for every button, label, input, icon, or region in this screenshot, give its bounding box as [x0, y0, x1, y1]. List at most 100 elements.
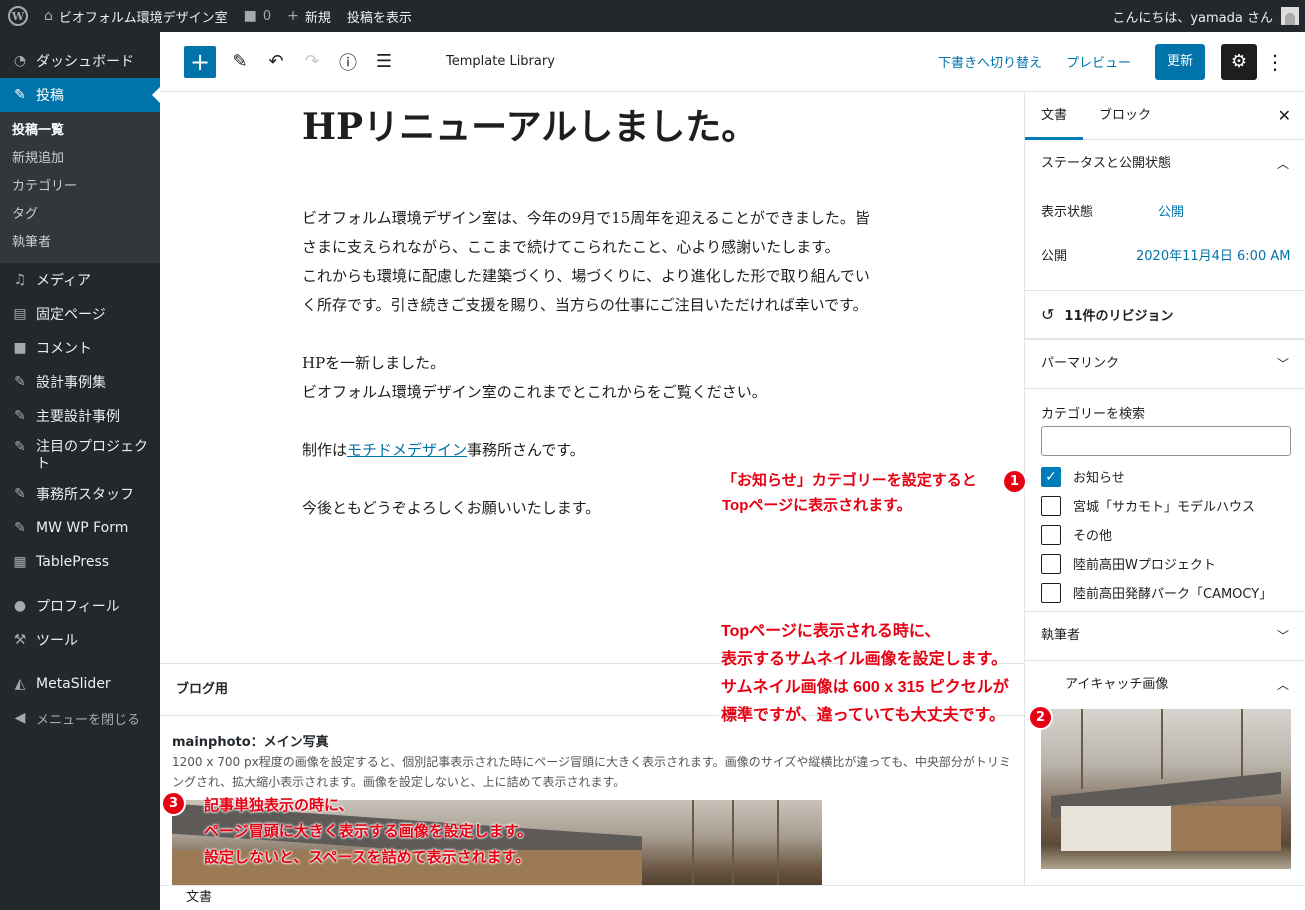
checkbox[interactable]	[1041, 553, 1061, 574]
pin-icon: ✎	[14, 439, 26, 455]
publish-row: 公開 2020年11月4日 6:00 AM	[1025, 232, 1305, 276]
category-item-camocy[interactable]: 陸前高田発酵パーク「CAMOCY」	[1025, 578, 1305, 607]
status-panel-toggle[interactable]: ステータスと公開状態 ︿	[1025, 140, 1305, 188]
author-panel-toggle[interactable]: 執筆者 ﹀	[1025, 612, 1305, 660]
pin-icon: ✎	[14, 408, 26, 424]
outline-button[interactable]: ☰	[366, 44, 402, 80]
pin-icon: ✎	[14, 87, 26, 103]
update-button[interactable]: 更新	[1154, 43, 1205, 80]
checkbox[interactable]: ✓	[1041, 466, 1061, 487]
gear-icon: ⚙	[1230, 51, 1248, 72]
comment-icon: ■	[243, 8, 257, 24]
submenu-authors[interactable]: 執筆者	[0, 229, 160, 257]
annotation-badge-2: 2	[1030, 707, 1051, 728]
submenu-tags[interactable]: タグ	[0, 201, 160, 229]
revisions-link[interactable]: ↺ 11件のリビジョン	[1025, 291, 1305, 339]
chevron-up-icon: ︿	[1276, 157, 1289, 171]
sidebar-item-metaslider[interactable]: ◭ MetaSlider	[0, 667, 160, 701]
tree-decoration	[732, 800, 734, 885]
sidebar-item-tablepress[interactable]: ▦ TablePress	[0, 545, 160, 579]
chevron-down-icon: ﹀	[1276, 357, 1289, 371]
close-settings-button[interactable]: ✕	[1278, 106, 1291, 125]
sidebar-item-tools[interactable]: ⚒ ツール	[0, 623, 160, 657]
paragraph-block[interactable]: これからも環境に配慮した建築づくり、場づくりに、より進化した形で取り組んでいく所…	[302, 262, 882, 320]
category-item-other[interactable]: その他	[1025, 520, 1305, 549]
category-search-input[interactable]	[1041, 426, 1291, 456]
checkbox[interactable]	[1041, 582, 1061, 603]
comments-link[interactable]: ■ 0	[236, 0, 280, 32]
submenu-categories[interactable]: カテゴリー	[0, 173, 160, 201]
sidebar-item-dashboard[interactable]: ◔ ダッシュボード	[0, 44, 160, 78]
publish-date-toggle[interactable]: 2020年11月4日 6:00 AM	[1136, 245, 1290, 264]
paragraph-block[interactable]: HPを一新しました。 ビオフォルム環境デザイン室のこれまでとこれからをご覧ください…	[302, 349, 882, 407]
chevron-down-icon: ﹀	[1276, 629, 1289, 643]
sidebar-item-profile[interactable]: ● プロフィール	[0, 589, 160, 623]
category-item-news[interactable]: ✓ お知らせ	[1025, 462, 1305, 491]
preview-button[interactable]: プレビュー	[1066, 52, 1131, 71]
sidebar-item-main-cases[interactable]: ✎ 主要設計事例	[0, 399, 160, 433]
sidebar-item-staff[interactable]: ✎ 事務所スタッフ	[0, 477, 160, 511]
permalink-panel: パーマリンク ﹀	[1025, 340, 1305, 389]
account-menu[interactable]: こんにちは、yamada さん	[1104, 0, 1305, 32]
tab-document[interactable]: 文書	[1025, 92, 1084, 140]
category-item-sakamoto[interactable]: 宮城「サカモト」モデルハウス	[1025, 491, 1305, 520]
media-icon: ♫	[13, 272, 27, 288]
redo-icon: ↷	[304, 51, 320, 72]
collapse-menu-button[interactable]: ◀ メニューを閉じる	[0, 701, 160, 735]
sidebar-item-comments[interactable]: ■ コメント	[0, 331, 160, 365]
featured-image[interactable]	[1041, 709, 1291, 869]
info-icon: ⓘ	[339, 52, 357, 74]
template-library-button[interactable]: Template Library	[446, 54, 555, 69]
view-post-link[interactable]: 投稿を表示	[339, 0, 420, 32]
settings-button[interactable]: ⚙	[1221, 43, 1257, 80]
switch-to-draft-button[interactable]: 下書きへ切り替え	[938, 52, 1042, 71]
annotation-badge-3: 3	[163, 793, 184, 814]
sidebar-item-posts[interactable]: ✎ 投稿	[0, 78, 160, 112]
undo-button[interactable]: ↶	[258, 44, 294, 80]
paragraph-block[interactable]: ビオフォルム環境デザイン室は、今年の9月で15周年を迎えることができました。皆さ…	[302, 204, 882, 262]
status-panel: ステータスと公開状態 ︿ 表示状態 公開 公開 2020年11月4日 6:00 AM	[1025, 140, 1305, 291]
site-name-link[interactable]: ⌂ ビオフォルム環境デザイン室	[36, 0, 236, 32]
wordpress-menu[interactable]: W	[0, 0, 36, 32]
more-vertical-icon: ⋮	[1265, 49, 1285, 74]
history-icon: ↺	[1041, 305, 1055, 324]
new-content-link[interactable]: + 新規	[279, 0, 339, 32]
breadcrumb-document[interactable]: 文書	[186, 890, 212, 905]
pin-icon: ✎	[14, 374, 26, 390]
redo-button[interactable]: ↷	[294, 44, 330, 80]
sidebar-item-pages[interactable]: ▤ 固定ページ	[0, 297, 160, 331]
info-button[interactable]: ⓘ	[330, 44, 366, 80]
annotation-1: 「お知らせ」カテゴリーを設定すると Topページに表示されます。	[722, 472, 977, 514]
sidebar-item-media[interactable]: ♫ メディア	[0, 263, 160, 297]
author-panel: 執筆者 ﹀	[1025, 612, 1305, 661]
checkbox[interactable]	[1041, 524, 1061, 545]
submenu-add-new[interactable]: 新規追加	[0, 145, 160, 173]
visibility-toggle[interactable]: 公開	[1158, 201, 1184, 220]
tree-decoration	[1161, 709, 1163, 779]
posts-submenu: 投稿一覧 新規追加 カテゴリー タグ 執筆者	[0, 112, 160, 263]
wrench-icon: ⚒	[13, 632, 27, 648]
permalink-panel-toggle[interactable]: パーマリンク ﹀	[1025, 340, 1305, 388]
add-block-button[interactable]: +	[184, 45, 216, 78]
list-view-icon: ☰	[375, 51, 393, 72]
table-icon: ▦	[13, 554, 27, 570]
tree-decoration	[1081, 709, 1083, 789]
house-wall-decoration	[1061, 806, 1171, 851]
editor-toolbar: + ✎ ↶ ↷ ⓘ ☰ Template Library 下書きへ切り替え プレ…	[160, 32, 1305, 92]
edit-tool-button[interactable]: ✎	[222, 44, 258, 80]
post-title[interactable]: HPリニューアルしました。	[302, 98, 757, 150]
sidebar-item-mw-wp-form[interactable]: ✎ MW WP Form	[0, 511, 160, 545]
featured-image-panel-toggle[interactable]: アイキャッチ画像 ︿	[1025, 661, 1305, 709]
mainphoto-label: mainphoto：メイン写真	[172, 735, 329, 750]
checkbox[interactable]	[1041, 495, 1061, 516]
more-options-button[interactable]: ⋮	[1265, 50, 1285, 74]
sidebar-item-featured-projects[interactable]: ✎ 注目のプロジェクト	[0, 433, 160, 477]
category-item-w-project[interactable]: 陸前高田Wプロジェクト	[1025, 549, 1305, 578]
sidebar-item-design-cases[interactable]: ✎ 設計事例集	[0, 365, 160, 399]
tree-decoration	[692, 800, 694, 885]
tab-block[interactable]: ブロック	[1083, 92, 1167, 140]
designer-link[interactable]: モチドメデザイン	[347, 441, 467, 459]
category-search-label: カテゴリーを検索	[1041, 407, 1146, 422]
submenu-all-posts[interactable]: 投稿一覧	[0, 117, 160, 145]
paragraph-block[interactable]: 制作はモチドメデザイン事務所さんです。	[302, 436, 882, 465]
